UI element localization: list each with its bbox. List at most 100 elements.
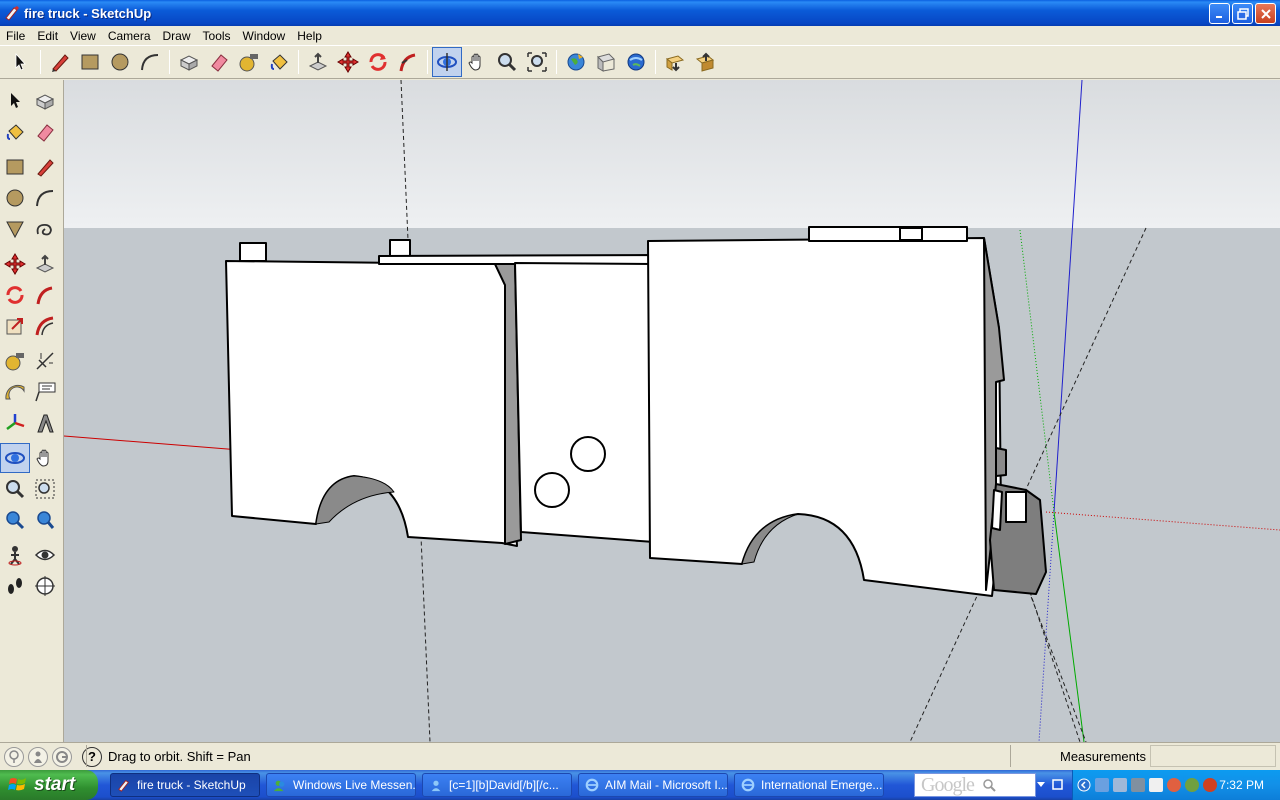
left-text-button[interactable] bbox=[30, 377, 60, 407]
network-icon[interactable] bbox=[1095, 778, 1109, 792]
minimize-button[interactable] bbox=[1209, 3, 1230, 24]
menu-file[interactable]: File bbox=[0, 29, 31, 43]
left-eraser-button[interactable] bbox=[30, 117, 60, 147]
credits-icon[interactable] bbox=[28, 746, 48, 767]
signal-icon[interactable] bbox=[1149, 778, 1163, 792]
restore-button[interactable] bbox=[1232, 3, 1253, 24]
menu-window[interactable]: Window bbox=[237, 29, 292, 43]
left-line-button[interactable] bbox=[30, 152, 60, 182]
display-icon[interactable] bbox=[1113, 778, 1127, 792]
menu-help[interactable]: Help bbox=[291, 29, 328, 43]
window-title: fire truck - SketchUp bbox=[24, 5, 152, 21]
taskbar-item-messenger[interactable]: Windows Live Messen... bbox=[266, 773, 416, 797]
zoom-extents-button[interactable] bbox=[522, 47, 552, 77]
desktop-toggle-icon[interactable] bbox=[1052, 779, 1064, 791]
pencil-tool-button[interactable] bbox=[45, 47, 75, 77]
left-freehand-button[interactable] bbox=[30, 214, 60, 244]
rotate-icon bbox=[6, 286, 24, 304]
left-make-component-button[interactable] bbox=[30, 86, 60, 116]
left-zoom-button[interactable] bbox=[0, 474, 30, 504]
left-dimensions-button[interactable] bbox=[30, 346, 60, 376]
fire-truck-model-canvas[interactable] bbox=[64, 80, 1280, 742]
arc-icon bbox=[36, 190, 54, 207]
start-button[interactable]: start bbox=[0, 770, 98, 800]
google-earth-button[interactable] bbox=[621, 47, 651, 77]
taskbar-item-sketchup[interactable]: fire truck - SketchUp bbox=[110, 773, 260, 797]
get-current-view-button[interactable] bbox=[660, 47, 690, 77]
left-move-button[interactable] bbox=[0, 249, 30, 279]
left-axes-button[interactable] bbox=[0, 408, 30, 438]
left-zoom-window-button[interactable] bbox=[30, 474, 60, 504]
menu-camera[interactable]: Camera bbox=[102, 29, 157, 43]
share-model-button[interactable] bbox=[591, 47, 621, 77]
menu-tools[interactable]: Tools bbox=[197, 29, 237, 43]
push-pull-button[interactable] bbox=[303, 47, 333, 77]
monitor-icon[interactable] bbox=[1131, 778, 1145, 792]
left-paint-bucket-button[interactable] bbox=[0, 117, 30, 147]
left-offset-button[interactable] bbox=[30, 311, 60, 341]
chevron-down-icon[interactable] bbox=[1036, 781, 1046, 789]
orbit-icon bbox=[437, 53, 457, 71]
taskbar-item-chat[interactable]: [c=1][b]David[/b][/c... bbox=[422, 773, 572, 797]
terrain-icon bbox=[695, 52, 715, 72]
tray-expand-icon[interactable] bbox=[1077, 778, 1091, 792]
left-position-camera-button[interactable] bbox=[0, 540, 30, 570]
menu-view[interactable]: View bbox=[64, 29, 102, 43]
eraser-tool-button[interactable] bbox=[204, 47, 234, 77]
circle-tool-button[interactable] bbox=[105, 47, 135, 77]
rectangle-tool-button[interactable] bbox=[75, 47, 105, 77]
left-3d-text-button[interactable] bbox=[30, 408, 60, 438]
left-arc-button[interactable] bbox=[30, 183, 60, 213]
left-protractor-button[interactable] bbox=[0, 377, 30, 407]
toolbar-separator bbox=[169, 50, 170, 74]
sign-in-icon[interactable] bbox=[52, 746, 72, 767]
menu-edit[interactable]: Edit bbox=[31, 29, 64, 43]
follow-me-button[interactable] bbox=[393, 47, 423, 77]
antivirus-icon[interactable] bbox=[1203, 778, 1217, 792]
clock[interactable]: 7:32 PM bbox=[1219, 778, 1264, 792]
toggle-terrain-button[interactable] bbox=[690, 47, 720, 77]
left-follow-me-button[interactable] bbox=[30, 280, 60, 310]
rotate-icon bbox=[369, 53, 387, 71]
left-previous-view-button[interactable] bbox=[0, 505, 30, 535]
left-walk-button[interactable] bbox=[0, 571, 30, 601]
left-circle-button[interactable] bbox=[0, 183, 30, 213]
make-component-button[interactable] bbox=[174, 47, 204, 77]
tape-measure-button[interactable] bbox=[234, 47, 264, 77]
close-button[interactable] bbox=[1255, 3, 1276, 24]
left-scale-button[interactable] bbox=[0, 311, 30, 341]
left-orbit-button[interactable] bbox=[0, 443, 30, 473]
google-search-box[interactable]: Google bbox=[914, 773, 1036, 797]
search-icon[interactable] bbox=[982, 778, 996, 792]
left-select-button[interactable] bbox=[0, 86, 30, 116]
zoom-tool-button[interactable] bbox=[492, 47, 522, 77]
pan-tool-button[interactable] bbox=[462, 47, 492, 77]
get-models-button[interactable] bbox=[561, 47, 591, 77]
help-icon[interactable]: ? bbox=[82, 746, 102, 767]
magnifier-icon bbox=[498, 53, 517, 72]
left-rectangle-button[interactable] bbox=[0, 152, 30, 182]
system-tray: 7:32 PM bbox=[1072, 770, 1280, 800]
messenger-status-icon[interactable] bbox=[1185, 778, 1199, 792]
select-tool-button[interactable] bbox=[6, 47, 36, 77]
left-rotate-button[interactable] bbox=[0, 280, 30, 310]
move-tool-button[interactable] bbox=[333, 47, 363, 77]
orbit-tool-button[interactable] bbox=[432, 47, 462, 77]
measurements-input[interactable] bbox=[1150, 745, 1276, 767]
left-zoom-extents-button[interactable] bbox=[30, 505, 60, 535]
taskbar-item-international[interactable]: International Emerge... bbox=[734, 773, 884, 797]
rotate-tool-button[interactable] bbox=[363, 47, 393, 77]
left-push-pull-button[interactable] bbox=[30, 249, 60, 279]
left-look-around-button[interactable] bbox=[30, 540, 60, 570]
left-section-plane-button[interactable] bbox=[30, 571, 60, 601]
drawing-viewport[interactable] bbox=[64, 80, 1280, 742]
left-polygon-button[interactable] bbox=[0, 214, 30, 244]
security-icon[interactable] bbox=[1167, 778, 1181, 792]
left-tape-measure-button[interactable] bbox=[0, 346, 30, 376]
paint-bucket-button[interactable] bbox=[264, 47, 294, 77]
taskbar-item-aim-mail[interactable]: AIM Mail - Microsoft I... bbox=[578, 773, 728, 797]
geo-location-icon[interactable] bbox=[4, 746, 24, 767]
menu-draw[interactable]: Draw bbox=[157, 29, 197, 43]
left-pan-button[interactable] bbox=[30, 443, 60, 473]
arc-tool-button[interactable] bbox=[135, 47, 165, 77]
